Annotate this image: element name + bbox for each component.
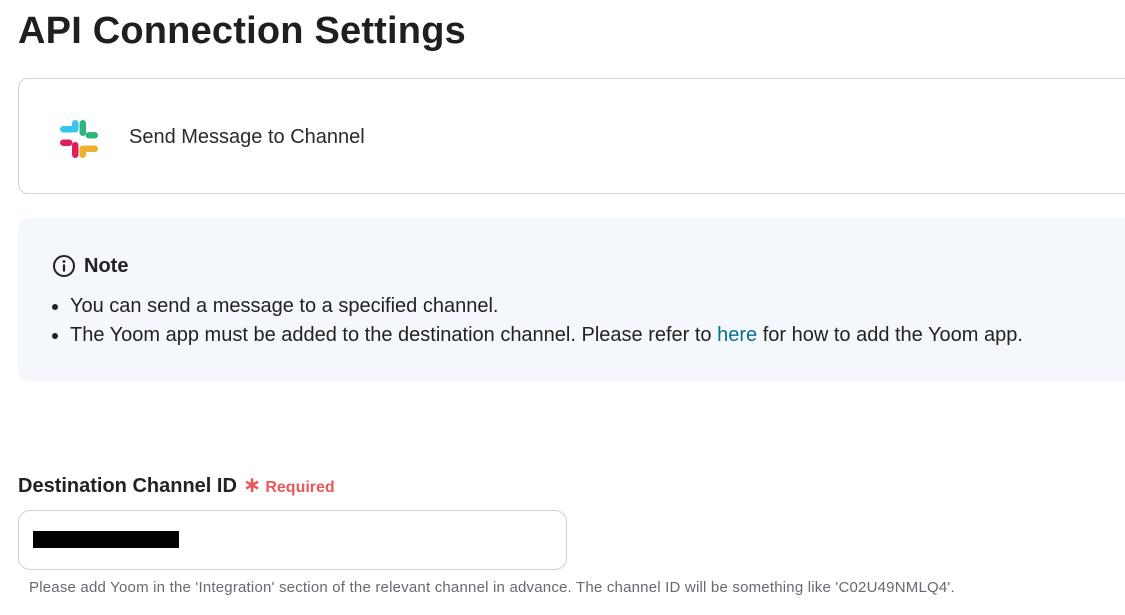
required-asterisk: ∗ (242, 472, 262, 497)
channel-id-input[interactable] (18, 510, 567, 570)
action-card: Send Message to Channel (18, 78, 1125, 194)
note-title: Note (84, 254, 129, 277)
action-label: Send Message to Channel (129, 126, 365, 148)
channel-id-label: Destination Channel ID (18, 475, 237, 497)
note-item: You can send a message to a specified ch… (70, 292, 1023, 321)
api-connection-settings-page: API Connection Settings Send Message to … (0, 0, 1125, 615)
note-box: Note You can send a message to a specifi… (18, 218, 1125, 381)
note-item: The Yoom app must be added to the destin… (70, 321, 1023, 350)
note-list: You can send a message to a specified ch… (50, 292, 1023, 350)
note-item-text: The Yoom app must be added to the destin… (70, 324, 718, 346)
note-item-text: for how to add the Yoom app. (757, 324, 1023, 346)
channel-id-helper-text: Please add Yoom in the 'Integration' sec… (29, 579, 955, 596)
required-badge: Required (265, 479, 335, 496)
note-header: Note (52, 254, 128, 278)
redacted-value (33, 531, 179, 548)
note-item-text: You can send a message to a specified ch… (70, 295, 499, 317)
slack-logo-icon (60, 120, 98, 158)
here-link[interactable]: here (717, 324, 757, 346)
info-icon (53, 255, 75, 277)
channel-id-label-row: Destination Channel ID ∗ Required (18, 472, 335, 498)
page-title: API Connection Settings (18, 10, 466, 52)
